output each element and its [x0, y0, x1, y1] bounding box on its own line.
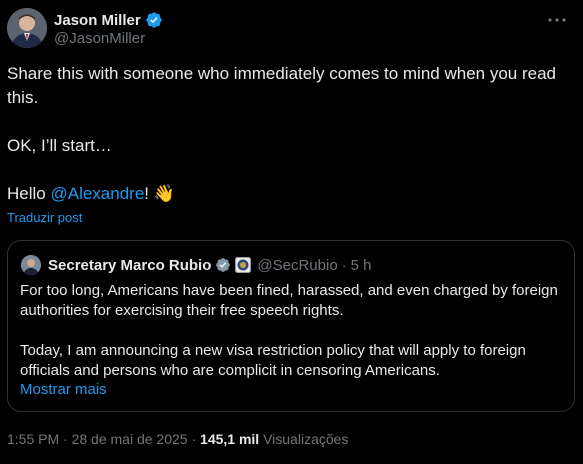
quote-author-name[interactable]: Secretary Marco Rubio [48, 257, 211, 274]
quote-header: Secretary Marco Rubio @SecRubio · 5 h [48, 255, 372, 275]
hello-prefix: Hello [7, 184, 51, 203]
author-handle[interactable]: @JasonMiller [54, 30, 145, 47]
post-time[interactable]: 1:55 PM [7, 431, 59, 447]
quote-dot-separator: · [341, 256, 347, 274]
quote-author-handle[interactable]: @SecRubio [257, 257, 337, 274]
views-count: 145,1 mil [200, 431, 260, 447]
tweet-text: Share this with someone who immediately … [7, 62, 572, 206]
quoted-tweet[interactable]: Secretary Marco Rubio @SecRubio · 5 h Fo… [7, 240, 575, 412]
post-date[interactable]: 28 de mai de 2025 [72, 431, 188, 447]
quote-timestamp[interactable]: 5 h [351, 257, 372, 274]
author-name[interactable]: Jason Miller [54, 12, 141, 29]
quote-text: For too long, Americans have been fined,… [20, 281, 565, 381]
show-more-link[interactable]: Mostrar mais [20, 381, 107, 398]
translate-post-link[interactable]: Traduzir post [7, 210, 82, 225]
verified-badge-icon [145, 11, 163, 29]
views-label: Visualizações [263, 431, 349, 447]
author-avatar[interactable] [7, 8, 47, 48]
hello-suffix: ! 👋 [144, 184, 175, 203]
mention-link[interactable]: @Alexandre [50, 184, 144, 203]
tweet-meta: 1:55 PM · 28 de mai de 2025 · 145,1 mil … [7, 431, 348, 447]
tweet-line-2: OK, I’ll start… [7, 136, 112, 155]
tweet-line-1: Share this with someone who immediately … [7, 64, 556, 107]
quote-paragraph-2: Today, I am announcing a new visa restri… [20, 342, 526, 379]
tweet: Jason Miller @JasonMiller Share this wit… [0, 0, 583, 464]
author-name-row: Jason Miller [54, 10, 163, 30]
government-seal-icon [235, 257, 252, 273]
quote-paragraph-1: For too long, Americans have been fined,… [20, 282, 558, 319]
quote-verified-badge-icon [215, 257, 231, 273]
meta-separator: · [191, 431, 197, 447]
more-options-icon[interactable] [545, 8, 569, 32]
tweet-line-3: Hello @Alexandre! 👋 [7, 182, 572, 206]
quote-avatar[interactable] [21, 255, 41, 275]
meta-separator: · [63, 431, 68, 447]
